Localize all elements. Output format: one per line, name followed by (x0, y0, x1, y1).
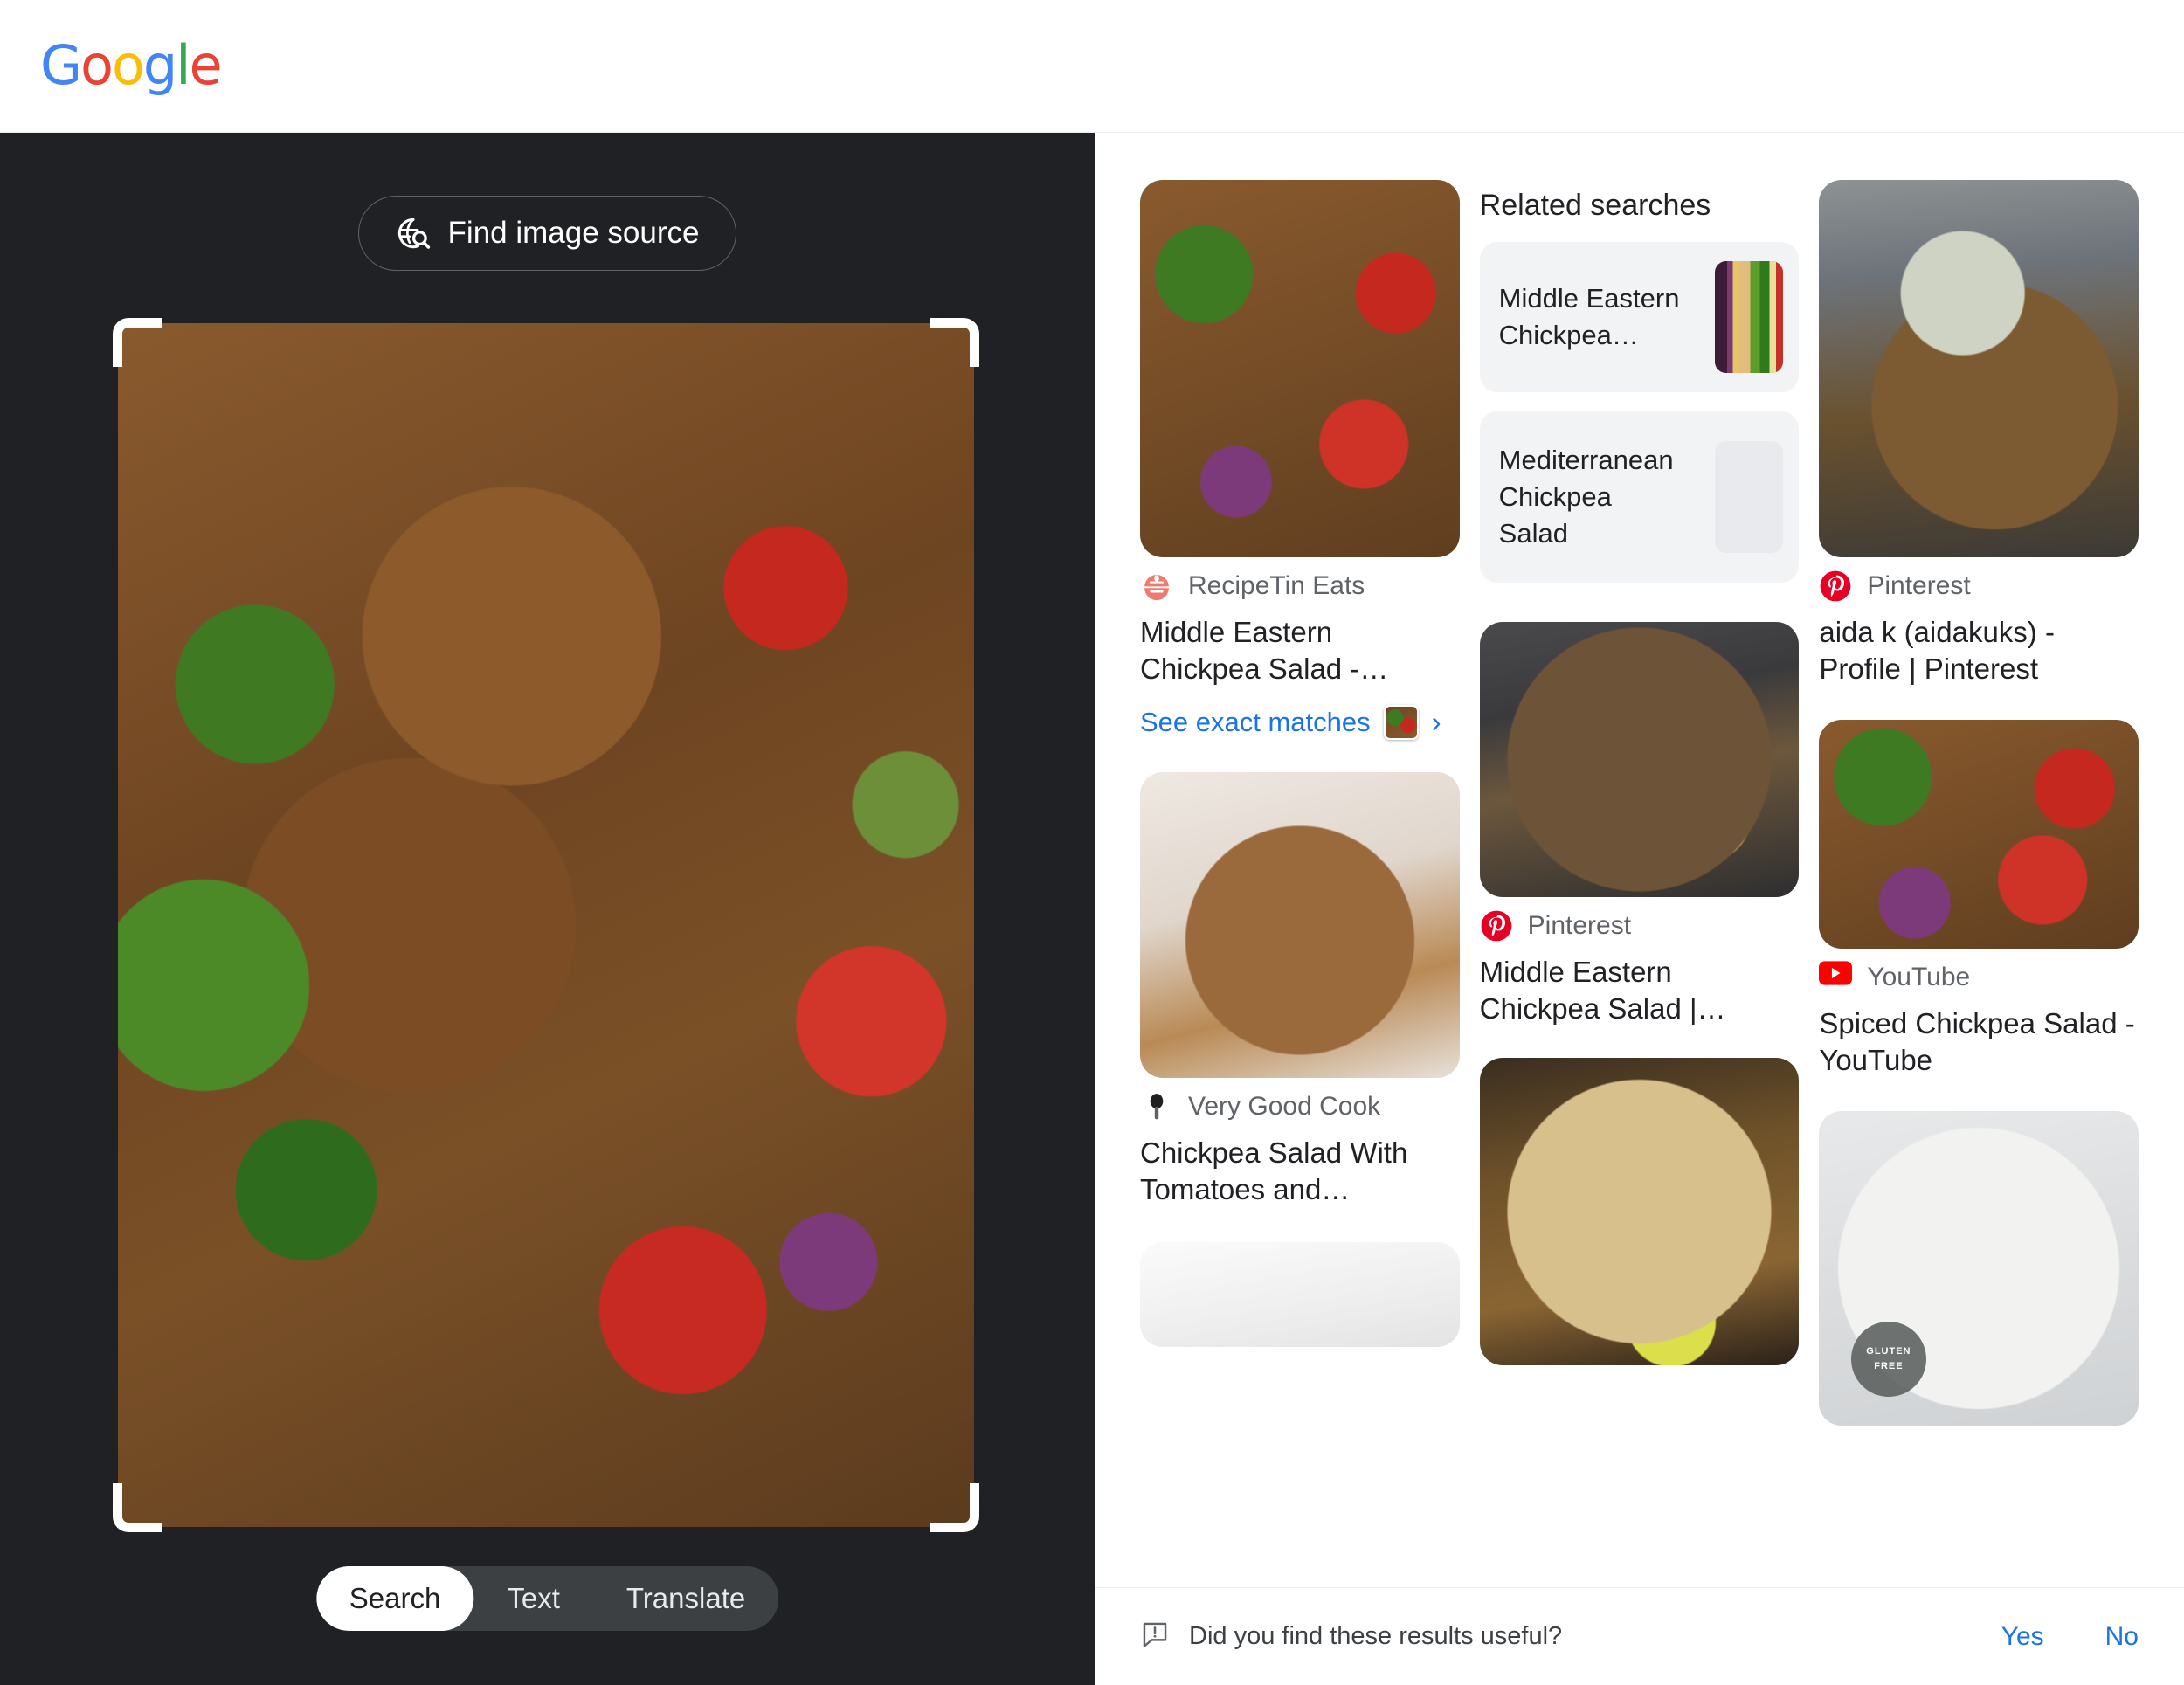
logo-letter-g2: g (142, 33, 177, 97)
feedback-actions: Yes No (2001, 1622, 2139, 1652)
top-bar: Google (0, 0, 2184, 133)
result-thumbnail-gluten-free[interactable]: GLUTEN FREE (1819, 1110, 2139, 1426)
result-source-row: Pinterest (1480, 909, 1800, 943)
globe-search-icon (396, 216, 431, 251)
mode-tab-translate[interactable]: Translate (593, 1566, 778, 1631)
result-source-name: YouTube (1867, 962, 1971, 991)
result-thumbnail[interactable] (1819, 180, 2139, 557)
result-thumbnail[interactable] (1140, 771, 1460, 1078)
related-search-label: Middle Eastern Chickpea… (1498, 283, 1680, 350)
source-image (118, 323, 974, 1527)
find-image-source-label: Find image source (447, 216, 700, 250)
gluten-badge-line2: FREE (1874, 1361, 1904, 1372)
result-source-name: RecipeTin Eats (1188, 571, 1365, 600)
result-card-youtube[interactable]: YouTube Spiced Chickpea Salad - YouTube (1819, 719, 2139, 1079)
result-title[interactable]: Middle Eastern Chickpea Salad -… (1140, 614, 1460, 687)
mode-tab-text[interactable]: Text (473, 1566, 593, 1631)
recipetin-eats-icon (1140, 570, 1173, 603)
youtube-icon (1819, 961, 1853, 994)
results-column-1: RecipeTin Eats Middle Eastern Chickpea S… (1140, 180, 1460, 1586)
result-title[interactable]: aida k (aidakuks) - Profile | Pinterest (1819, 614, 2139, 687)
feedback-icon (1140, 1619, 1170, 1654)
feedback-prompt: Did you find these results useful? (1140, 1619, 1562, 1654)
logo-letter-o2: o (111, 33, 145, 97)
result-source-row: RecipeTin Eats (1140, 570, 1460, 603)
very-good-cook-icon (1140, 1090, 1173, 1123)
related-searches-section: Related searches Middle Eastern Chickpea… (1479, 180, 1800, 602)
related-search-chip-1[interactable]: Middle Eastern Chickpea… (1479, 242, 1800, 392)
related-searches-heading: Related searches (1479, 189, 1711, 222)
results-grid: RecipeTin Eats Middle Eastern Chickpea S… (1140, 180, 2139, 1586)
crop-handle-top-right[interactable] (930, 318, 979, 367)
see-exact-matches-link[interactable]: See exact matches (1140, 707, 1371, 738)
related-search-chip-2[interactable]: Mediterranean Chickpea Salad (1479, 411, 1800, 583)
feedback-no-button[interactable]: No (2105, 1622, 2139, 1652)
crop-handle-bottom-left[interactable] (113, 1483, 162, 1532)
result-source-name: Pinterest (1527, 911, 1632, 940)
feedback-question: Did you find these results useful? (1189, 1622, 1563, 1650)
logo-letter-g: G (40, 33, 82, 97)
image-preview-panel: Find image source Search Text Translate (0, 133, 1095, 1685)
result-thumbnail-partial[interactable] (1140, 1241, 1460, 1347)
logo-letter-l: l (176, 33, 190, 97)
result-source-row: Very Good Cook (1140, 1090, 1460, 1123)
crop-handle-bottom-right[interactable] (930, 1483, 979, 1532)
pinterest-icon (1819, 570, 1852, 603)
result-source-row: Pinterest (1819, 570, 2139, 603)
result-source-name: Very Good Cook (1188, 1091, 1381, 1121)
related-search-thumbnail (1715, 261, 1784, 373)
result-source-row: YouTube (1819, 961, 2139, 994)
feedback-yes-button[interactable]: Yes (2001, 1622, 2044, 1652)
result-thumbnail-lemon-bowl[interactable] (1479, 1057, 1800, 1365)
result-source-name: Pinterest (1867, 571, 1971, 600)
find-image-source-button[interactable]: Find image source (357, 196, 737, 271)
logo-letter-o1: o (80, 33, 114, 97)
result-thumbnail[interactable] (1479, 622, 1800, 897)
pinterest-icon (1480, 909, 1513, 943)
crop-handle-top-left[interactable] (113, 318, 162, 367)
result-card-verygoodcook[interactable]: Very Good Cook Chickpea Salad With Tomat… (1140, 771, 1460, 1208)
logo-letter-e: e (189, 33, 223, 97)
results-panel: RecipeTin Eats Middle Eastern Chickpea S… (1095, 133, 2184, 1685)
result-card-recipetin[interactable]: RecipeTin Eats Middle Eastern Chickpea S… (1140, 180, 1460, 740)
exact-match-thumbnail[interactable] (1383, 704, 1419, 740)
gluten-badge-line1: GLUTEN (1866, 1345, 1911, 1357)
result-thumbnail[interactable] (1819, 719, 2139, 949)
gluten-free-badge: GLUTEN FREE (1850, 1322, 1926, 1398)
see-exact-matches-row[interactable]: See exact matches › (1140, 704, 1460, 740)
results-column-2: Related searches Middle Eastern Chickpea… (1479, 180, 1800, 1586)
related-search-thumbnail-placeholder (1715, 441, 1784, 553)
mode-tab-search[interactable]: Search (315, 1566, 474, 1631)
mode-switcher: Search Text Translate (315, 1566, 779, 1631)
result-title[interactable]: Chickpea Salad With Tomatoes and… (1140, 1135, 1460, 1208)
results-column-3: Pinterest aida k (aidakuks) - Profile | … (1819, 180, 2139, 1586)
image-crop-area[interactable] (113, 318, 979, 1532)
google-logo[interactable]: Google (40, 33, 223, 97)
result-card-pinterest-profile[interactable]: Pinterest aida k (aidakuks) - Profile | … (1819, 180, 2139, 687)
result-card-pinterest-salad[interactable]: Pinterest Middle Eastern Chickpea Salad … (1479, 622, 1800, 1027)
result-title[interactable]: Middle Eastern Chickpea Salad |… (1480, 954, 1800, 1027)
result-thumbnail[interactable] (1140, 180, 1460, 557)
result-title[interactable]: Spiced Chickpea Salad - YouTube (1819, 1005, 2139, 1079)
feedback-bar: Did you find these results useful? Yes N… (1095, 1587, 2184, 1685)
related-search-label: Mediterranean Chickpea Salad (1498, 445, 1674, 549)
chevron-right-icon[interactable]: › (1432, 708, 1441, 736)
